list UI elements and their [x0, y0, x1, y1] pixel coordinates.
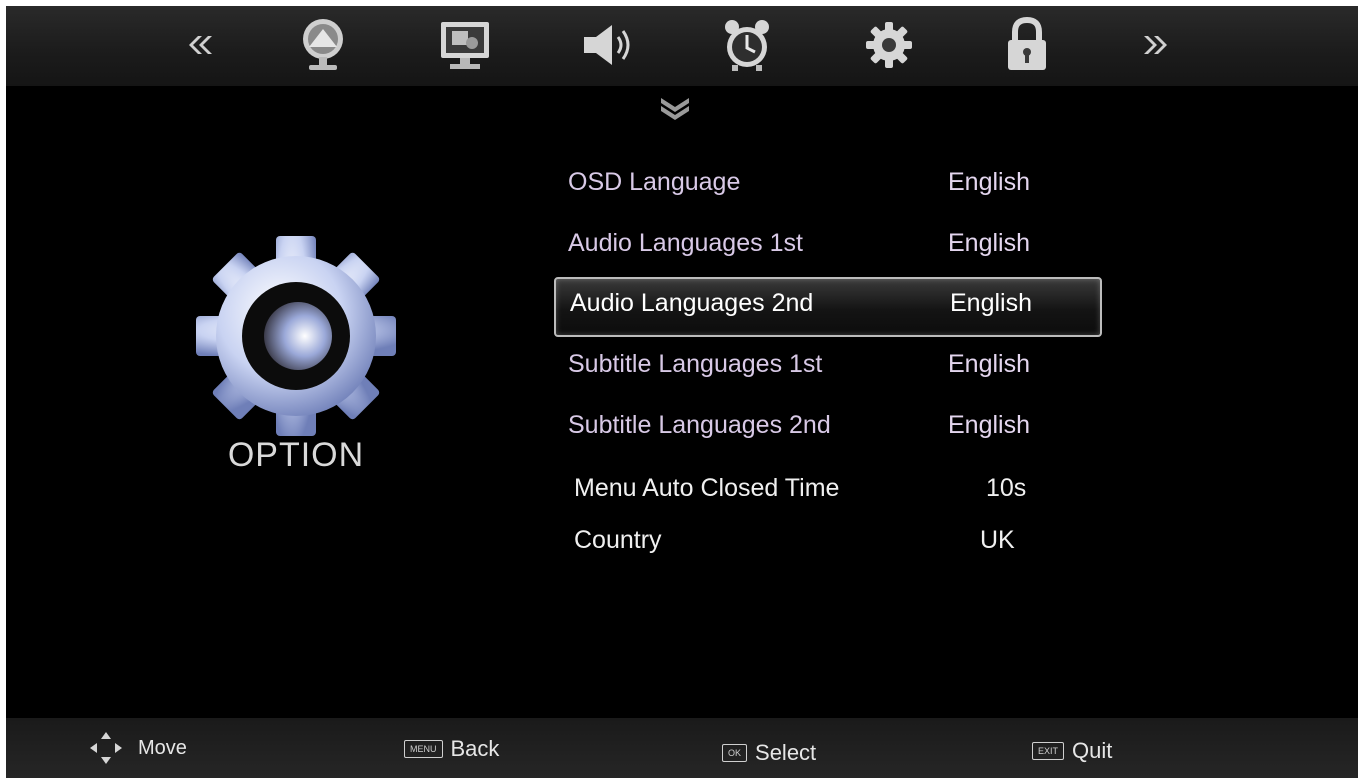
timer-icon[interactable] — [716, 14, 778, 76]
menu-item-value: English — [948, 168, 1030, 196]
menu-item-label: Subtitle Languages 2nd — [568, 411, 831, 439]
double-chevron-right-icon[interactable] — [1142, 32, 1172, 58]
menu-item-label: Menu Auto Closed Time — [574, 474, 840, 502]
menu-item-value: English — [948, 350, 1030, 378]
section-title: OPTION — [227, 436, 365, 474]
menu-item-country[interactable]: Country UK — [546, 514, 1106, 570]
menu-item-label: Subtitle Languages 1st — [568, 350, 823, 378]
sound-icon[interactable] — [576, 14, 638, 76]
menu-item-menu-auto-closed-time[interactable]: Menu Auto Closed Time 10s — [546, 462, 1106, 518]
menu-item-value: UK — [980, 526, 1015, 554]
screen-icon[interactable] — [434, 14, 496, 76]
hint-move: Move — [86, 728, 187, 768]
ok-key-icon: OK — [722, 744, 748, 762]
menu-item-value: English — [948, 411, 1030, 439]
menu-item-value: 10s — [986, 474, 1027, 502]
menu-item-osd-language[interactable]: OSD Language English — [546, 156, 1106, 212]
hint-move-label: Move — [138, 736, 187, 759]
menu-item-value: English — [950, 289, 1032, 317]
tv-osd-screen: OPTION OSD Language English Audio Langua… — [6, 6, 1358, 778]
menu-item-subtitle-languages-1st[interactable]: Subtitle Languages 1st English — [546, 338, 1106, 394]
hint-back: MENU Back — [404, 736, 499, 762]
menu-key-icon: MENU — [404, 740, 443, 758]
menu-item-label: Audio Languages 2nd — [570, 289, 814, 317]
picture-icon[interactable] — [292, 14, 354, 76]
menu-item-label: OSD Language — [568, 168, 741, 196]
double-chevron-down-icon[interactable] — [657, 94, 693, 122]
double-chevron-left-icon[interactable] — [184, 32, 214, 58]
category-bar — [6, 6, 1358, 86]
menu-item-audio-languages-2nd[interactable]: Audio Languages 2nd English — [554, 277, 1102, 337]
menu-item-label: Country — [574, 526, 662, 554]
hint-select: OK Select — [722, 740, 816, 766]
dpad-icon — [90, 732, 122, 764]
hint-quit: EXIT Quit — [1032, 738, 1112, 764]
lock-icon[interactable] — [996, 14, 1058, 76]
menu-item-value: English — [948, 229, 1030, 257]
settings-icon[interactable] — [858, 14, 920, 76]
hint-quit-label: Quit — [1072, 738, 1113, 763]
menu-item-audio-languages-1st[interactable]: Audio Languages 1st English — [546, 217, 1106, 273]
exit-key-icon: EXIT — [1032, 742, 1065, 760]
hint-bar: Move MENU Back OK Select EXIT Quit — [6, 718, 1358, 778]
hint-select-label: Select — [755, 740, 817, 765]
hint-back-label: Back — [450, 736, 500, 761]
gear-icon — [196, 236, 396, 436]
menu-item-subtitle-languages-2nd[interactable]: Subtitle Languages 2nd English — [546, 399, 1106, 455]
menu-item-label: Audio Languages 1st — [568, 229, 803, 257]
